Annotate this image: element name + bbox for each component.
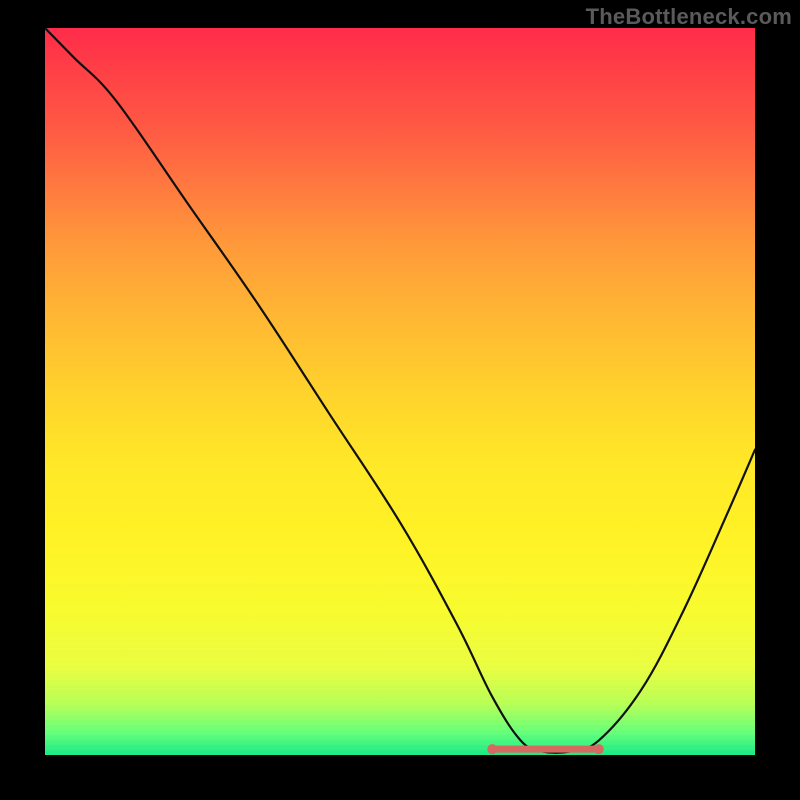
optimal-range-dot-right — [594, 744, 604, 754]
curve-svg — [45, 28, 755, 755]
optimal-range-dot-left — [487, 744, 497, 754]
bottleneck-curve — [45, 28, 755, 753]
plot-area — [45, 28, 755, 755]
chart-frame: TheBottleneck.com — [0, 0, 800, 800]
watermark-text: TheBottleneck.com — [586, 4, 792, 30]
